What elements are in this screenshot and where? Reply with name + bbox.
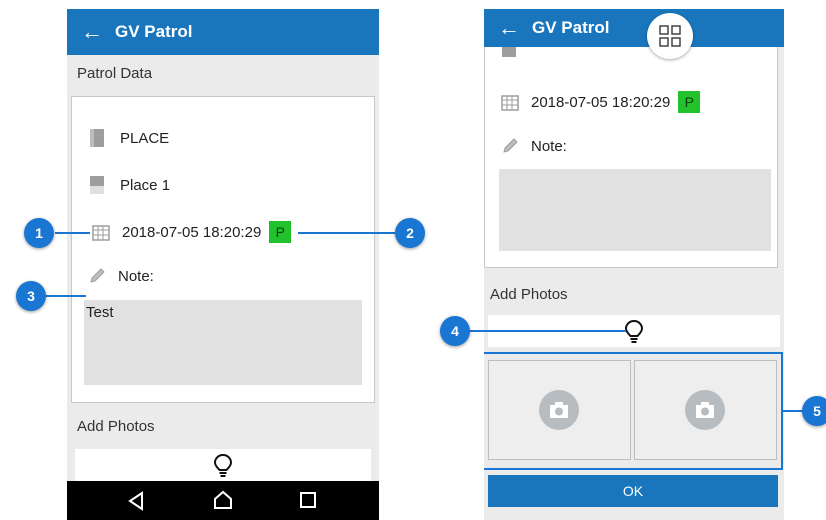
add-photos-label: Add Photos — [490, 286, 568, 303]
photo-slot-1[interactable] — [488, 360, 631, 460]
row-note: Note: — [88, 267, 154, 285]
arrow-left-icon[interactable]: ← — [81, 9, 103, 55]
datetime-value: 2018-07-05 18:20:29 — [531, 93, 671, 111]
place-label: Place 1 — [120, 176, 171, 194]
camera-icon — [539, 390, 579, 430]
callout-line-3 — [46, 295, 86, 297]
calendar-icon — [92, 225, 110, 241]
building-icon — [90, 129, 104, 147]
patrol-data-card: PLACE Place 1 2018-07-05 18:20:29 P Note… — [71, 96, 375, 403]
pencil-icon — [503, 138, 518, 153]
door-icon — [90, 176, 104, 194]
section-title-patrol-data: Patrol Data — [77, 65, 153, 82]
callout-line-4 — [470, 330, 626, 332]
row-place: Place 1 — [88, 175, 170, 195]
row-datetime: 2018-07-05 18:20:29 P — [92, 221, 292, 243]
row-type: PLACE — [88, 128, 169, 148]
lightbulb-icon[interactable] — [213, 453, 233, 479]
row-note: Note: — [501, 137, 567, 155]
add-photos-label: Add Photos — [77, 418, 155, 435]
note-field[interactable] — [499, 169, 771, 251]
nav-home-icon[interactable] — [213, 490, 233, 510]
callout-4: 4 — [440, 316, 470, 346]
patrol-data-card-scrolled: Place 1 2018-07-05 18:20:29 P Note: — [484, 39, 778, 268]
note-value: Test — [86, 304, 114, 321]
ok-button[interactable]: OK — [488, 475, 778, 507]
callout-line-1 — [55, 232, 90, 234]
arrow-left-icon[interactable]: ← — [498, 9, 520, 47]
grid-menu-button[interactable] — [647, 13, 693, 59]
nav-back-icon[interactable] — [127, 491, 145, 511]
system-nav-bar — [67, 481, 379, 520]
app-bar: ← GV Patrol — [484, 9, 784, 47]
camera-icon — [685, 390, 725, 430]
photo-slot-2[interactable] — [634, 360, 777, 460]
datetime-value: 2018-07-05 18:20:29 — [122, 223, 262, 241]
photo-slots-group — [484, 352, 783, 470]
callout-2: 2 — [395, 218, 425, 248]
phone-screen-left: ← GV Patrol Patrol Data PLACE Place 1 20… — [67, 9, 379, 520]
type-label: PLACE — [120, 129, 170, 147]
nav-recents-icon[interactable] — [300, 492, 316, 508]
status-badge: P — [269, 221, 292, 243]
hint-bar — [75, 449, 371, 481]
note-field[interactable]: Test — [84, 300, 362, 385]
note-label: Note: — [531, 137, 567, 155]
callout-3: 3 — [16, 281, 46, 311]
callout-line-2 — [298, 232, 395, 234]
calendar-icon — [501, 95, 519, 111]
row-datetime: 2018-07-05 18:20:29 P — [501, 91, 701, 113]
phone-screen-right: Place 1 2018-07-05 18:20:29 P Note: ← GV… — [484, 9, 784, 520]
app-bar: ← GV Patrol — [67, 9, 379, 55]
pencil-icon — [90, 268, 105, 283]
callout-5: 5 — [802, 396, 826, 426]
grid-icon — [659, 25, 681, 47]
status-badge: P — [678, 91, 701, 113]
app-title: GV Patrol — [532, 18, 610, 37]
callout-1: 1 — [24, 218, 54, 248]
app-title: GV Patrol — [115, 22, 193, 41]
note-label: Note: — [118, 267, 154, 285]
lightbulb-icon[interactable] — [624, 319, 644, 345]
